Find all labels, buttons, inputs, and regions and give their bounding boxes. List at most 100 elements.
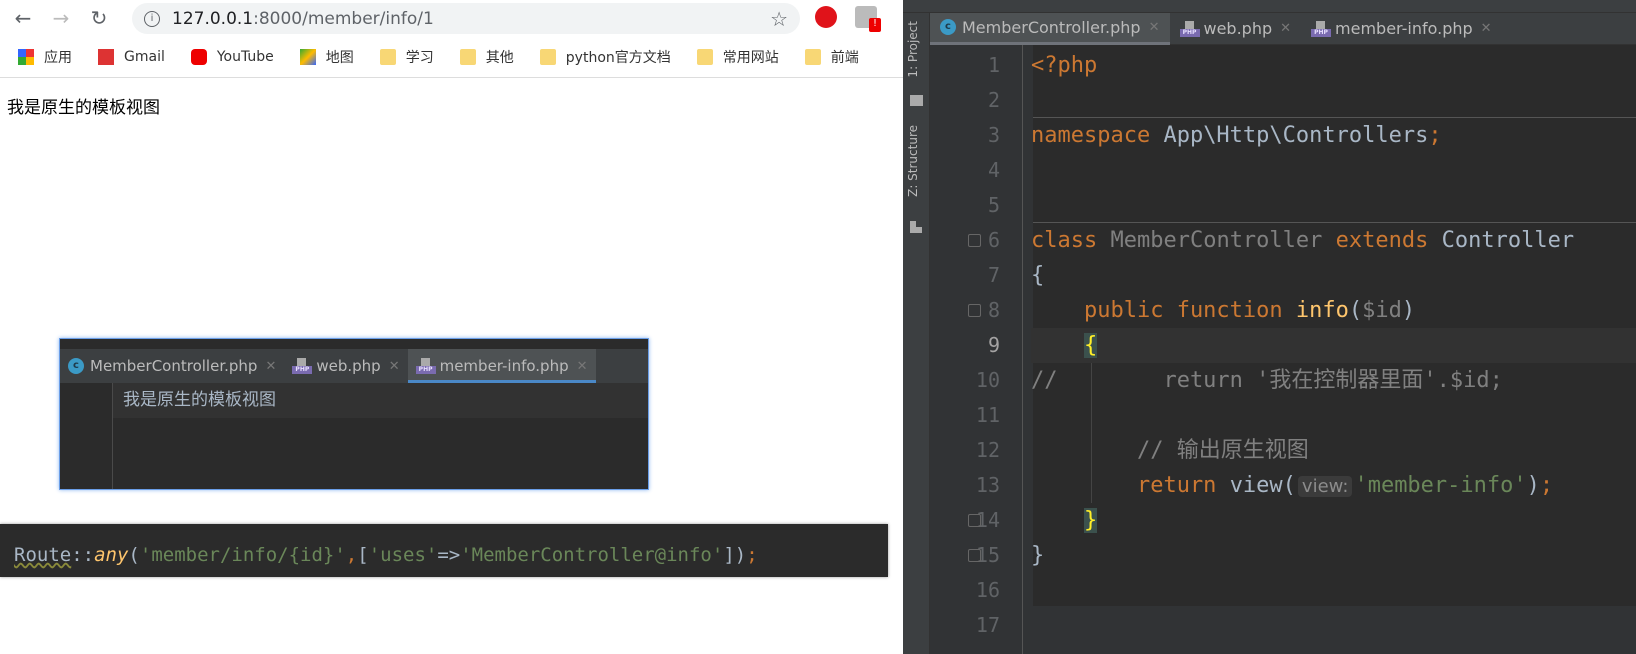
bookmark-label: Gmail	[124, 49, 165, 65]
tab-label: MemberController.php	[90, 357, 258, 375]
code-line[interactable]: // 输出原生视图	[1031, 433, 1636, 468]
folder-icon	[804, 49, 821, 65]
code-token: }	[1083, 508, 1098, 533]
bookmark-item[interactable]: python官方文档	[539, 47, 671, 67]
maps-icon	[299, 49, 316, 65]
code-line[interactable]: }	[1031, 503, 1636, 538]
code-line[interactable]: return view(view:'member-info');	[1031, 468, 1636, 503]
editor-screenshot-member-info: cMemberController.php✕web.php✕member-inf…	[59, 338, 649, 490]
line-number: 1	[987, 53, 1000, 77]
tab-membercontroller-php[interactable]: c MemberController.php ✕	[60, 349, 284, 383]
line-number: 4	[987, 158, 1000, 182]
code-line[interactable]: {	[1031, 258, 1636, 293]
line-number: 5	[987, 193, 1000, 217]
tab-membercontroller-php[interactable]: c MemberController.php ✕	[930, 12, 1170, 45]
project-tool-button[interactable]: 1: Project	[906, 21, 920, 78]
bookmark-item[interactable]: 应用	[18, 47, 72, 67]
code-token: 'MemberController@info'	[460, 544, 724, 566]
info-icon[interactable]: i	[144, 10, 160, 27]
fold-marker-icon[interactable]	[968, 514, 981, 527]
code-token: MemberController	[1110, 228, 1336, 253]
folder-icon	[910, 95, 923, 106]
bookmark-item[interactable]: 其他	[459, 47, 514, 67]
code-token: )	[1526, 473, 1540, 498]
php-class-icon: c	[940, 19, 956, 35]
bookmark-item[interactable]: 学习	[379, 47, 434, 67]
code-line[interactable]: public function info($id)	[1031, 293, 1636, 328]
code-line[interactable]	[1031, 608, 1636, 643]
line-number: 12	[975, 438, 1000, 462]
code-token: =>	[437, 544, 461, 566]
fold-marker-icon[interactable]	[968, 304, 981, 317]
reload-button[interactable]: ↻	[84, 3, 114, 33]
folder-icon	[539, 49, 556, 65]
code-token: public function	[1031, 298, 1296, 323]
bookmark-label: python官方文档	[565, 50, 671, 66]
structure-tool-button[interactable]: Z: Structure	[906, 125, 920, 197]
structure-icon	[910, 221, 922, 233]
code-line[interactable]: class MemberController extends Controlle…	[1031, 223, 1636, 258]
code-token: [	[357, 544, 369, 566]
code-token: }	[1031, 543, 1045, 568]
code-token: // return '我在控制器里面'.$id;	[1031, 368, 1503, 393]
code-token: )	[1401, 298, 1416, 323]
tab-member-info-php[interactable]: member-info.php ✕	[1301, 13, 1502, 45]
close-icon[interactable]: ✕	[1280, 21, 1291, 36]
tab-label: web.php	[1203, 19, 1273, 38]
tab-label: member-info.php	[439, 357, 569, 375]
extension-warning-icon[interactable]: !	[855, 6, 881, 32]
gmail-icon	[98, 49, 114, 65]
editor-tabs: cMemberController.php✕web.php✕member-inf…	[60, 349, 648, 383]
code-line[interactable]	[1031, 573, 1636, 608]
code-token: (	[128, 544, 140, 566]
php-file-icon	[415, 358, 436, 374]
forward-button[interactable]: →	[46, 3, 76, 33]
code-line[interactable]	[1031, 153, 1636, 188]
fold-marker-icon[interactable]	[968, 549, 981, 562]
code-line[interactable]: }	[1031, 538, 1636, 573]
close-icon[interactable]: ✕	[389, 359, 400, 374]
bookmark-label: 地图	[325, 50, 354, 66]
line-number: 9	[987, 333, 1000, 357]
code-line[interactable]	[1031, 188, 1636, 223]
code-line[interactable]: namespace App\Http\Controllers;	[1031, 118, 1636, 153]
code-token: extends	[1335, 228, 1442, 253]
code-line[interactable]	[1031, 398, 1636, 433]
php-file-icon	[292, 358, 313, 374]
code-token: App\Http\Controllers	[1163, 123, 1429, 148]
bookmark-item[interactable]: Gmail	[98, 49, 165, 65]
code-token: {	[1031, 263, 1045, 288]
tab-label: web.php	[316, 357, 381, 375]
bookmark-item[interactable]: YouTube	[190, 49, 274, 65]
fold-marker-icon[interactable]	[968, 234, 981, 247]
line-number: 17	[975, 613, 1000, 637]
ide-window: 1: Project Z: Structure c MemberControlle…	[903, 0, 1636, 654]
url-path: :8000/member/info/1	[253, 8, 434, 29]
code-line[interactable]: {	[1031, 328, 1636, 363]
bookmark-label: 应用	[44, 50, 72, 66]
bookmark-item[interactable]: 地图	[299, 47, 354, 67]
address-bar[interactable]: i 127.0.0.1:8000/member/info/1 ☆	[132, 3, 800, 34]
tab-member-info-php[interactable]: member-info.php ✕	[407, 349, 596, 383]
bookmark-label: YouTube	[216, 49, 274, 65]
code-token: ;	[746, 544, 758, 566]
bookmark-label: 前端	[830, 50, 859, 66]
tab-web-php[interactable]: web.php ✕	[284, 349, 407, 383]
close-icon[interactable]: ✕	[1149, 20, 1160, 35]
close-icon[interactable]: ✕	[1481, 21, 1492, 36]
bookmark-star-icon[interactable]: ☆	[770, 7, 788, 31]
code-token: namespace	[1031, 123, 1164, 148]
bookmark-item[interactable]: 常用网站	[696, 47, 779, 67]
code-line[interactable]: <?php	[1031, 48, 1636, 83]
back-button[interactable]: ←	[8, 3, 38, 33]
close-icon[interactable]: ✕	[577, 359, 588, 374]
bookmark-item[interactable]: 前端	[804, 47, 859, 67]
code-line[interactable]: // return '我在控制器里面'.$id;	[1031, 363, 1636, 398]
url-host: 127.0.0.1	[172, 8, 254, 29]
tab-web-php[interactable]: web.php ✕	[1170, 13, 1302, 45]
adblock-extension-icon[interactable]	[815, 6, 837, 28]
line-number: 7	[987, 263, 1000, 287]
close-icon[interactable]: ✕	[265, 359, 276, 374]
code-line[interactable]	[1031, 83, 1636, 118]
